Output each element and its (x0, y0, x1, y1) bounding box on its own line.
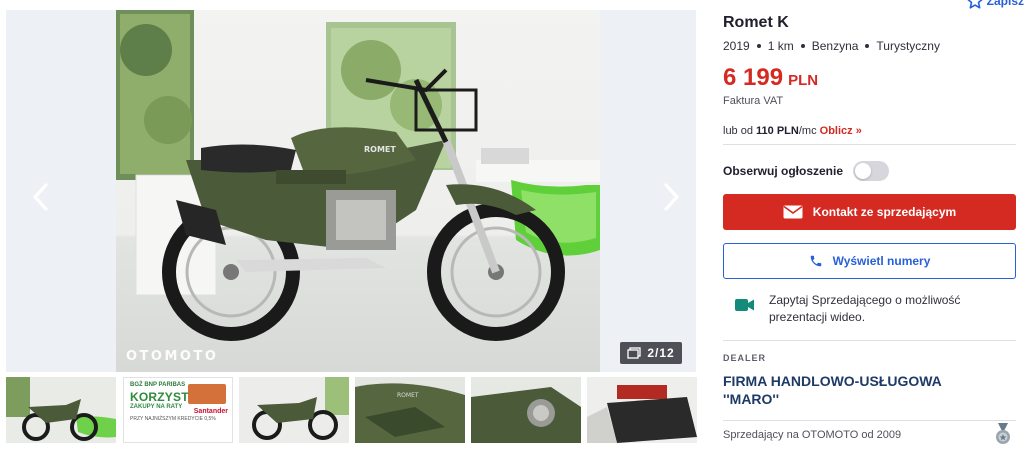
chevron-left-icon (33, 183, 48, 211)
param-type: Turystyczny (876, 39, 940, 53)
ad-brand: Santander (193, 408, 228, 415)
listing-params: 2019 1 km Benzyna Turystyczny (723, 39, 940, 53)
svg-text:ROMET: ROMET (397, 392, 419, 399)
video-request-text: Zapytaj Sprzedającego o możliwość prezen… (769, 293, 961, 324)
divider (723, 144, 1016, 145)
photo-watermark: OTOMOTO (126, 349, 219, 364)
thumbnail-4[interactable]: ROMET (355, 377, 465, 443)
ad-subline: ZAKUPY NA RATY (130, 404, 183, 410)
param-year: 2019 (723, 39, 750, 53)
observe-toggle[interactable] (853, 161, 890, 181)
video-request: Zapytaj Sprzedającego o możliwość prezen… (735, 292, 979, 326)
observe-row: Obserwuj ogłoszenie (723, 161, 890, 181)
ad-fine-print: PRZY NAJNIŻSZYM KREDYCIE 0,5% (130, 416, 216, 422)
seller-since: Sprzedający na OTOMOTO od 2009 (723, 429, 902, 441)
thumbnail-image: ROMET (355, 377, 465, 443)
star-icon (966, 0, 983, 9)
param-mileage: 1 km (767, 39, 794, 53)
financing-info: lub od 110 PLN/mc Oblicz » (723, 125, 862, 137)
thumbnail-3[interactable] (239, 377, 349, 443)
video-camera-icon (735, 299, 754, 311)
financing-suffix: /mc (798, 125, 817, 137)
photo-counter-text: 2/12 (647, 346, 675, 360)
toggle-knob (855, 163, 872, 179)
separator-dot (756, 44, 761, 48)
separator-dot (865, 44, 870, 48)
dealer-name-link[interactable]: FIRMA HANDLOWO-USŁUGOWA ''MARO'' (723, 372, 983, 408)
photo-stack-icon (627, 347, 641, 359)
show-phone-label: Wyświetl numery (832, 254, 931, 268)
medal-icon (996, 423, 1010, 444)
ad-logo-image (188, 384, 226, 404)
save-listing-button[interactable]: Zapisz (966, 0, 1024, 10)
financing-amount: 110 PLN (756, 125, 799, 137)
contact-seller-label: Kontakt ze sprzedającym (812, 205, 957, 219)
vat-note: Faktura VAT (723, 95, 784, 107)
previous-photo-button[interactable] (24, 175, 58, 219)
svg-text:ROMET: ROMET (364, 145, 396, 154)
main-photo-area[interactable]: ROMET OTOMOTO 2/12 (6, 10, 696, 372)
observe-label: Obserwuj ogłoszenie (723, 164, 844, 178)
envelope-icon (783, 205, 803, 219)
photo-gallery: ROMET OTOMOTO 2/12 BGŻ BNP PARIBAS KORZY… (0, 0, 705, 457)
price: 6 199 PLN (723, 64, 818, 92)
param-fuel: Benzyna (811, 39, 859, 53)
thumbnail-1[interactable] (6, 377, 116, 443)
thumbnail-image (6, 377, 116, 443)
chevron-right-icon (664, 183, 679, 211)
save-label: Zapisz (986, 0, 1024, 8)
thumbnail-image (587, 377, 697, 443)
ad-bank-name: BGŻ BNP PARIBAS (130, 382, 186, 388)
divider (723, 340, 1016, 341)
thumbnail-6[interactable] (587, 377, 697, 443)
thumbnail-image (471, 377, 581, 443)
thumbnail-image (239, 377, 349, 443)
main-photo[interactable]: ROMET OTOMOTO (116, 10, 600, 372)
show-phone-button[interactable]: Wyświetl numery (723, 243, 1016, 279)
photo-counter[interactable]: 2/12 (620, 342, 682, 364)
next-photo-button[interactable] (654, 175, 688, 219)
motorcycle-photo: ROMET (116, 10, 600, 341)
separator-dot (800, 44, 805, 48)
listing-title: Romet K (723, 14, 789, 31)
financing-prefix: lub od (723, 125, 753, 137)
contact-seller-button[interactable]: Kontakt ze sprzedającym (723, 194, 1016, 230)
thumbnail-2-advertisement[interactable]: BGŻ BNP PARIBAS KORZYSTNE ZAKUPY NA RATY… (123, 377, 233, 443)
dealer-badge[interactable] (994, 423, 1012, 450)
dealer-section-label: DEALER (723, 353, 767, 363)
thumbnail-strip: BGŻ BNP PARIBAS KORZYSTNE ZAKUPY NA RATY… (6, 377, 698, 443)
price-currency: PLN (788, 72, 819, 89)
divider (723, 420, 1016, 421)
calculate-link[interactable]: Oblicz » (820, 125, 862, 137)
price-value: 6 199 (723, 64, 784, 91)
listing-details: Zapisz Romet K 2019 1 km Benzyna Turysty… (723, 0, 1024, 457)
phone-icon (810, 255, 821, 267)
thumbnail-5[interactable] (471, 377, 581, 443)
